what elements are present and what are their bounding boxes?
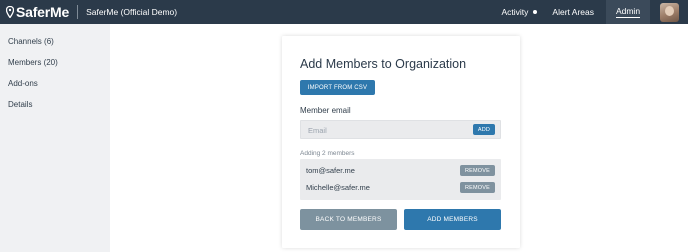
remove-member-button[interactable]: REMOVE (460, 165, 495, 176)
nav-right: Activity Alert Areas Admin (502, 0, 688, 24)
member-email-label: Member email (300, 106, 351, 115)
adding-members-count: Adding 2 members (300, 150, 355, 157)
add-members-button[interactable]: ADD MEMBERS (404, 209, 501, 230)
sidebar-item-details[interactable]: Details (8, 100, 32, 109)
remove-member-button[interactable]: REMOVE (460, 182, 495, 193)
email-field-placeholder: Email (308, 126, 327, 135)
add-email-button[interactable]: ADD (473, 124, 495, 135)
nav-activity[interactable]: Activity (502, 0, 538, 24)
add-members-card: Add Members to Organization IMPORT FROM … (282, 36, 520, 248)
sidebar-item-members[interactable]: Members (20) (8, 58, 58, 67)
top-nav-bar: SaferMe SaferMe (Official Demo) Activity… (0, 0, 688, 24)
email-field[interactable]: Email ADD (300, 120, 501, 139)
saferme-logo[interactable]: SaferMe (6, 0, 69, 24)
user-menu[interactable] (650, 0, 688, 24)
logo-divider (77, 5, 79, 19)
sidebar-item-channels[interactable]: Channels (6) (8, 37, 54, 46)
page-title: Add Members to Organization (300, 57, 467, 71)
member-email: Michelle@safer.me (306, 183, 370, 192)
activity-indicator-dot-icon (533, 10, 538, 14)
nav-alert-areas-label: Alert Areas (552, 7, 594, 17)
pending-members-list: tom@safer.me REMOVE Michelle@safer.me RE… (300, 159, 501, 200)
nav-admin[interactable]: Admin (606, 0, 650, 24)
member-email: tom@safer.me (306, 166, 355, 175)
organization-name: SaferMe (Official Demo) (86, 7, 178, 17)
sidebar-item-add-ons[interactable]: Add-ons (8, 79, 38, 88)
nav-activity-label: Activity (501, 7, 529, 17)
sidebar: Channels (6) Members (20) Add-ons Detail… (0, 24, 110, 252)
import-from-csv-button[interactable]: IMPORT FROM CSV (300, 80, 375, 95)
logo-text: SaferMe (16, 4, 70, 20)
location-pin-icon (6, 6, 14, 18)
avatar (659, 2, 679, 22)
back-to-members-button[interactable]: BACK TO MEMBERS (300, 209, 397, 230)
nav-admin-label: Admin (615, 6, 641, 18)
nav-alert-areas[interactable]: Alert Areas (552, 0, 594, 24)
